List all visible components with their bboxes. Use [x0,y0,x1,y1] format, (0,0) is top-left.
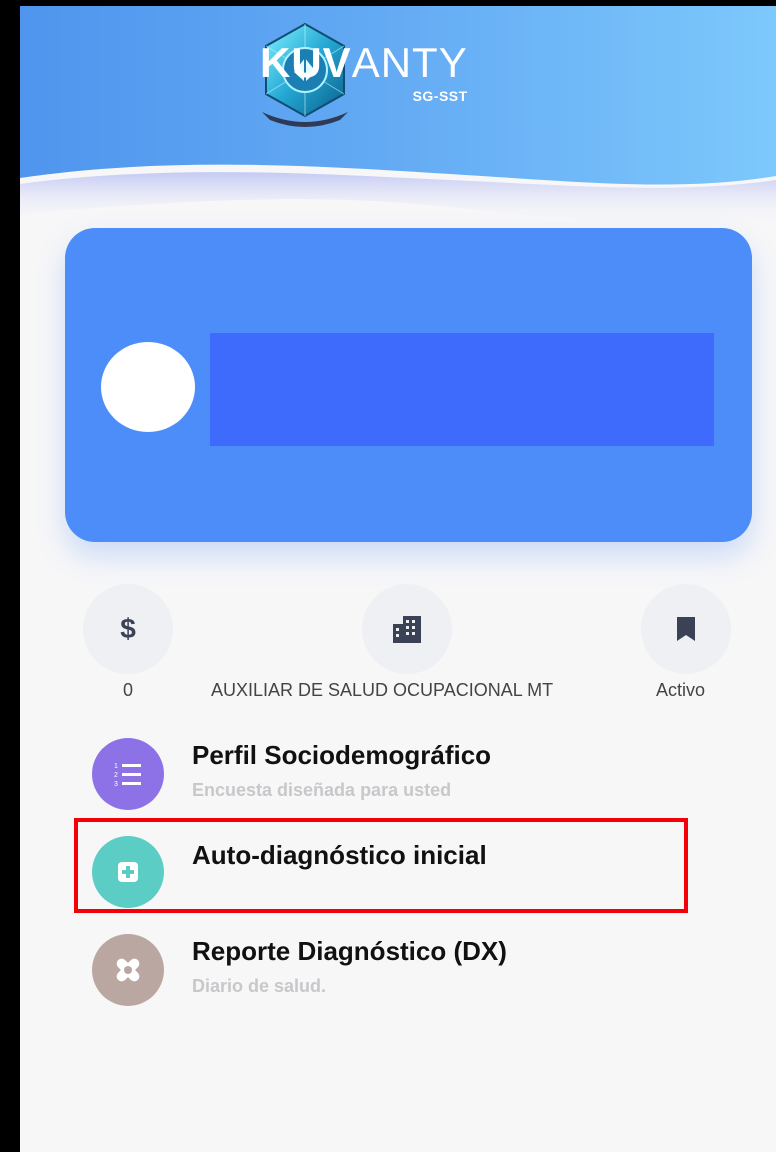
menu-item-subtitle: Diario de salud. [192,976,327,996]
building-icon [393,616,421,643]
menu-item-reporte-diagnostico[interactable]: Reporte Diagnóstico (DX) Diario de salud… [90,930,710,1010]
header-banner: KUVANTY SG-SST [20,6,776,246]
app-screen: KUVANTY SG-SST $ 0 AUXILIAR DE SALUD OCU… [20,6,776,1152]
bandage-icon [92,934,164,1006]
svg-text:1: 1 [114,763,118,770]
dollar-icon: $ [120,613,136,644]
menu-item-subtitle: Encuesta diseñada para usted [192,780,452,800]
status-stat-button[interactable] [641,584,731,674]
salary-stat-label: 0 [123,680,134,700]
redacted-user-name [210,333,714,446]
menu-item-title: Reporte Diagnóstico (DX) [192,936,507,966]
menu-item-perfil-sociodemografico[interactable]: 1 2 3 Perfil Sociodemográfico Encuesta d… [90,734,710,814]
status-stat-label: Activo [656,680,706,700]
logo-wordmark: KUVANTY [260,39,468,86]
avatar[interactable] [101,342,195,432]
kuvanty-logo: KUVANTY SG-SST [256,20,468,127]
logo-subtitle: SG-SST [412,88,468,104]
position-stat-label: AUXILIAR DE SALUD OCUPACIONAL MT [211,680,554,700]
position-stat-button[interactable] [362,584,452,674]
svg-text:2: 2 [114,772,118,779]
profile-card [65,228,752,542]
bookmark-icon [677,617,695,641]
numbered-list-icon: 1 2 3 [92,738,164,810]
highlight-box [74,818,688,913]
menu-item-title: Perfil Sociodemográfico [192,740,492,770]
svg-text:3: 3 [114,781,118,787]
screenshot-border-left [0,0,20,1152]
salary-stat-button[interactable]: $ [83,584,173,674]
